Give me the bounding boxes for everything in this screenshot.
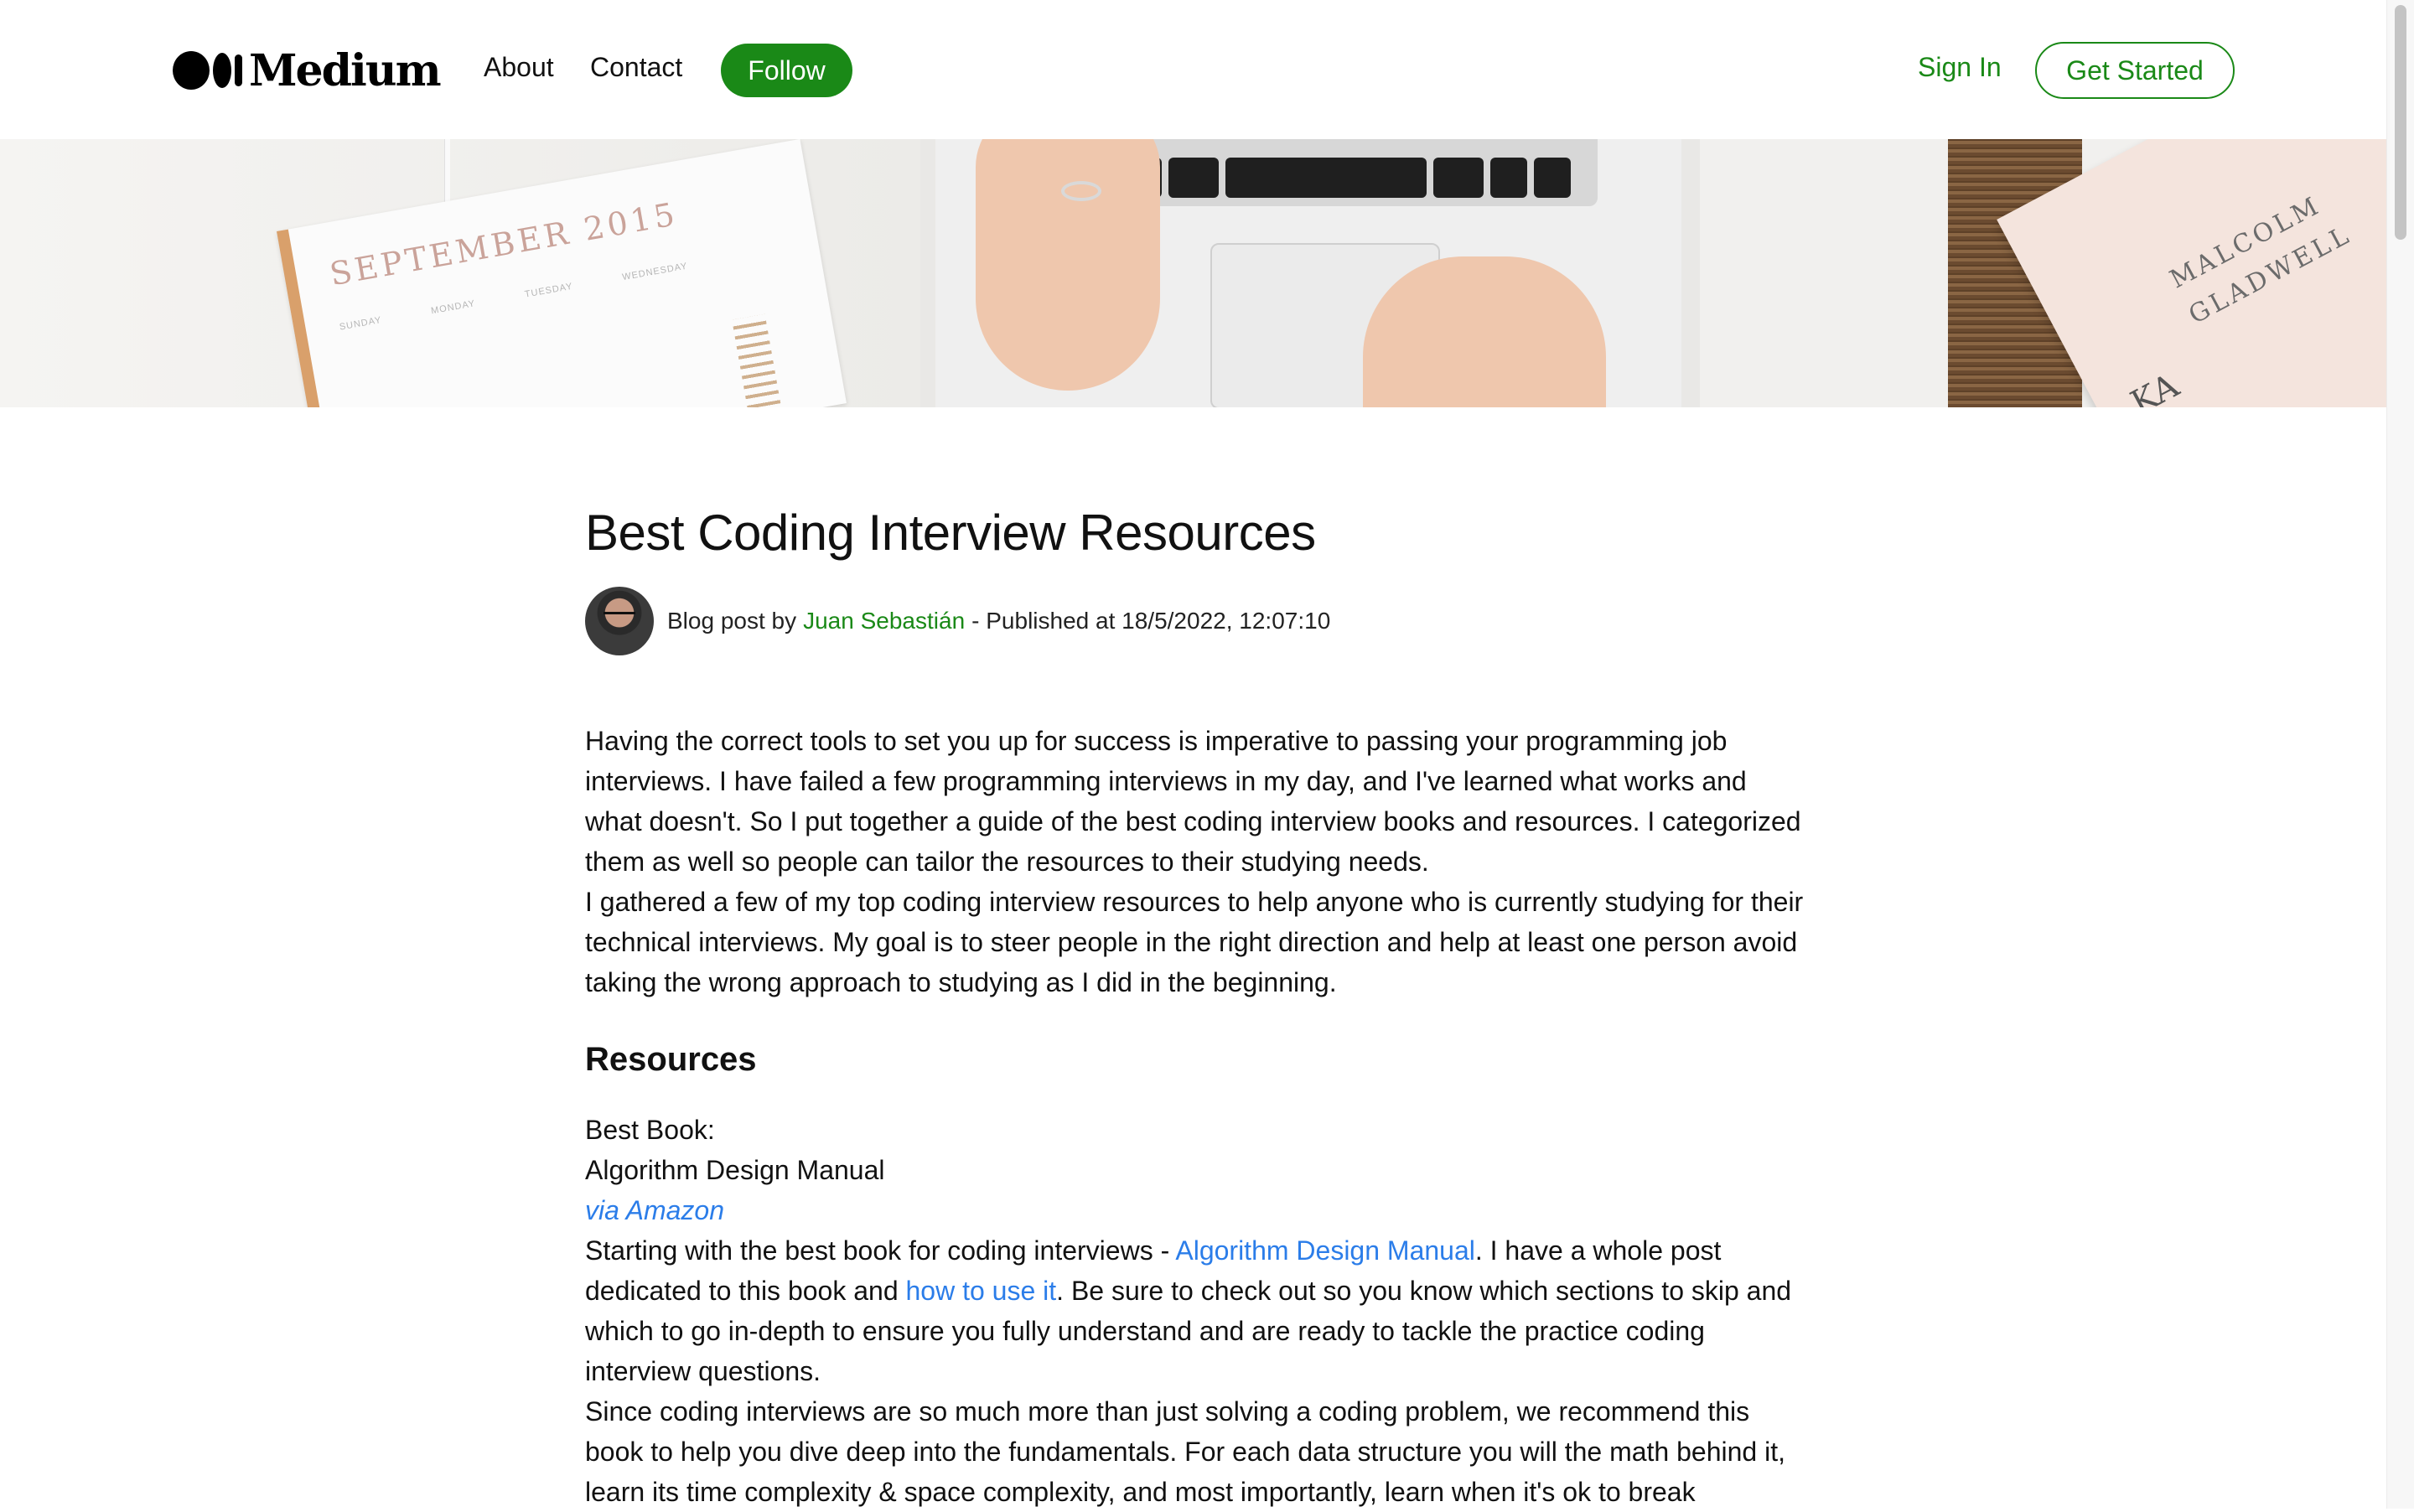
byline: Blog post by Juan Sebastián - Published … [585,587,1330,655]
top-nav-bar: Medium About Contact Follow Sign In Get … [0,0,2387,139]
laptop [935,139,1681,407]
hero-books-right: MALCOLM GLADWELL KA [1700,139,2387,407]
page-scrollbar[interactable] [2386,0,2414,1509]
planner-day: MONDAY [430,298,477,317]
author-link[interactable]: Juan Sebastián [803,608,965,634]
avatar-glasses [604,612,635,623]
article: Best Coding Interview Resources Blog pos… [585,503,1809,1507]
intro-paragraph: I gathered a few of my top coding interv… [585,887,1804,997]
hero-laptop [920,139,1700,407]
medium-logo[interactable]: Medium [173,44,442,96]
algorithm-design-manual-link[interactable]: Algorithm Design Manual [1175,1235,1475,1266]
article-title: Best Coding Interview Resources [585,505,1316,561]
paragraph: Since coding interviews are so much more… [585,1396,1785,1507]
right-hand [1363,256,1606,407]
paragraph: Starting with the best book for coding i… [585,1235,1792,1386]
planner-day: TUESDAY [524,281,574,300]
best-book-label: Best Book: [585,1115,715,1145]
how-to-use-it-link[interactable]: how to use it [906,1276,1057,1306]
left-hand [976,139,1160,391]
article-body: Having the correct tools to set you up f… [585,721,1809,1512]
book-title-fragment: KA [2124,366,2185,407]
get-started-button[interactable]: Get Started [2035,42,2235,99]
planner-day: WEDNESDAY [621,261,689,283]
byline-prefix: Blog post by [667,608,797,634]
resources-heading: Resources [585,1041,757,1078]
intro-paragraph: Having the correct tools to set you up f… [585,726,1801,877]
book-author: MALCOLM GLADWELL [2165,190,2357,330]
sign-in-link[interactable]: Sign In [1918,52,2002,83]
ring [1061,181,1101,201]
nav-contact-link[interactable]: Contact [590,52,682,83]
published-date: - Published at 18/5/2022, 12:07:10 [971,608,1331,634]
medium-logo-icon [173,51,242,90]
planner-day: SUNDAY [339,314,383,333]
logo-text: Medium [249,44,442,96]
avatar[interactable] [585,587,654,655]
scrollbar-thumb[interactable] [2395,5,2406,240]
best-book-name: Algorithm Design Manual [585,1155,885,1185]
nav-about-link[interactable]: About [484,52,554,83]
follow-button[interactable]: Follow [721,44,852,97]
hero-banner-image: SEPTEMBER 2015 SUNDAY MONDAY TUESDAY WED… [0,139,2387,407]
via-amazon-link[interactable]: via Amazon [585,1195,724,1225]
hero-desk-left: SEPTEMBER 2015 SUNDAY MONDAY TUESDAY WED… [0,139,920,407]
